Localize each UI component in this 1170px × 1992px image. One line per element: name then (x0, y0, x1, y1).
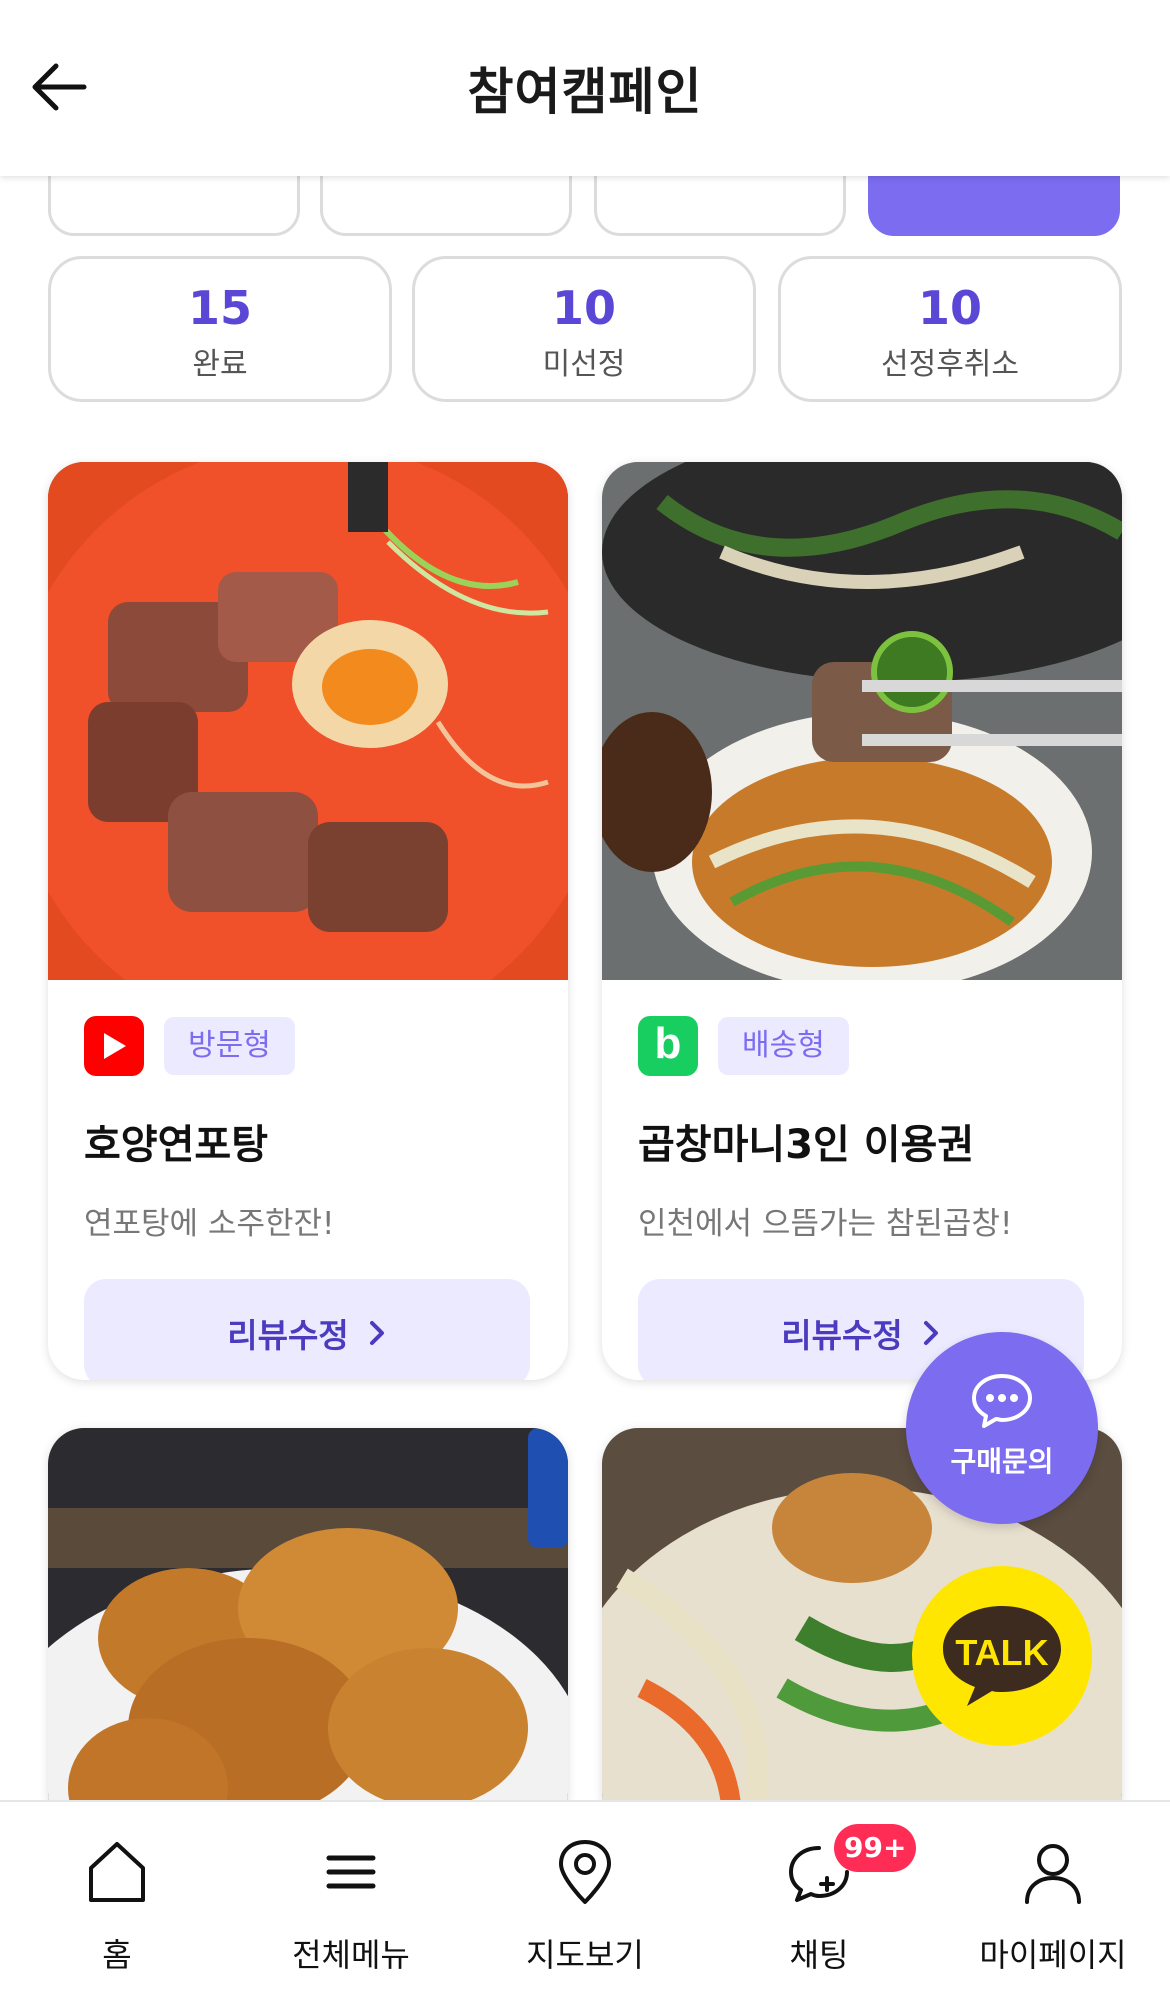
nav-label: 전체메뉴 (292, 1936, 410, 1974)
count-label: 미선정 (542, 347, 626, 382)
badge-row: 방문형 (84, 1016, 532, 1076)
edit-review-button[interactable]: 리뷰수정 (84, 1279, 530, 1380)
campaign-description: 연포탕에 소주한잔! (84, 1206, 335, 1242)
nav-home[interactable]: 홈 (0, 1802, 234, 1992)
kakao-talk-button[interactable]: TALK (912, 1566, 1092, 1746)
map-pin-icon (559, 1840, 611, 1904)
food-photo-gopchang (602, 462, 1122, 980)
count-box-completed[interactable]: 15 완료 (48, 256, 392, 402)
button-label: 리뷰수정 (227, 1316, 349, 1355)
campaign-title: 호양연포탕 (84, 1122, 268, 1168)
bottom-navigation: 홈 전체메뉴 지도보기 99+ 채팅 마이페이지 (0, 1800, 1170, 1992)
page-title: 참여캠페인 (467, 63, 703, 121)
campaign-description: 인천에서 으뜸가는 참된곱창! (638, 1206, 1013, 1242)
nav-label: 마이페이지 (979, 1936, 1127, 1974)
count-box-cancelled[interactable]: 10 선정후취소 (778, 256, 1122, 402)
chevron-right-icon (369, 1321, 384, 1345)
campaign-type-badge: 방문형 (164, 1017, 295, 1075)
nav-all-menu[interactable]: 전체메뉴 (234, 1802, 468, 1992)
blog-icon: b (638, 1016, 698, 1076)
user-icon (1025, 1844, 1081, 1904)
campaign-title: 곱창마니3인 이용권 (638, 1122, 975, 1168)
nav-map[interactable]: 지도보기 (468, 1802, 702, 1992)
youtube-icon (84, 1016, 144, 1076)
food-photo-spicy-ramen (48, 462, 568, 980)
menu-icon (326, 1855, 376, 1889)
count-box-not-selected[interactable]: 10 미선정 (412, 256, 756, 402)
food-photo-fried-chicken (48, 1428, 568, 1828)
app-header: 참여캠페인 (0, 0, 1170, 176)
home-icon (89, 1842, 145, 1902)
talk-label: TALK (955, 1632, 1049, 1673)
nav-label: 지도보기 (526, 1936, 644, 1974)
purchase-inquiry-button[interactable]: 구매문의 (906, 1332, 1098, 1524)
blog-letter: b (654, 1019, 682, 1068)
campaign-card[interactable]: b 배송형 곱창마니3인 이용권 인천에서 으뜸가는 참된곱창! 리뷰수정 (602, 462, 1122, 1380)
count-label: 완료 (192, 347, 248, 382)
nav-label: 홈 (102, 1936, 132, 1974)
inquiry-label: 구매문의 (950, 1445, 1054, 1478)
nav-label: 채팅 (789, 1936, 849, 1974)
button-label: 리뷰수정 (781, 1316, 903, 1355)
count-label: 선정후취소 (881, 347, 1019, 382)
count-value: 15 (187, 281, 252, 335)
card-body: 방문형 호양연포탕 연포탕에 소주한잔! 리뷰수정 (48, 980, 568, 1380)
campaign-card[interactable]: 방문형 호양연포탕 연포탕에 소주한잔! 리뷰수정 (48, 462, 568, 1380)
nav-my-page[interactable]: 마이페이지 (936, 1802, 1170, 1992)
campaign-card[interactable] (48, 1428, 568, 1828)
count-value: 10 (917, 281, 982, 335)
campaign-type-badge: 배송형 (718, 1017, 849, 1075)
count-value: 10 (551, 281, 616, 335)
card-body: b 배송형 곱창마니3인 이용권 인천에서 으뜸가는 참된곱창! 리뷰수정 (602, 980, 1122, 1380)
unread-badge: 99+ (834, 1824, 917, 1872)
badge-row: b 배송형 (638, 1016, 1086, 1076)
chat-bubble-icon (972, 1374, 1032, 1428)
nav-chat[interactable]: 99+ 채팅 (702, 1802, 936, 1992)
